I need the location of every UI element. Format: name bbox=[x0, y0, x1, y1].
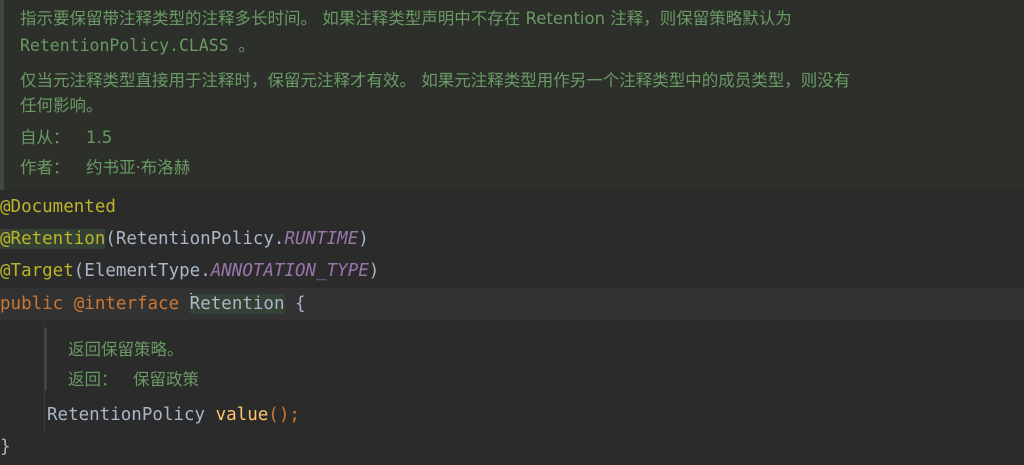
retention-args-close: ) bbox=[358, 229, 369, 249]
keyword-public: public bbox=[0, 294, 64, 314]
javadoc-line-3: 仅当元注释类型直接用于注释时，保留元注释才有效。 如果元注释类型用作另一个注释类… bbox=[20, 71, 851, 90]
type-name: Retention bbox=[189, 294, 285, 314]
code-line-method[interactable]: RetentionPolicy value(); bbox=[47, 400, 300, 430]
target-args-open: (ElementType. bbox=[73, 261, 211, 281]
inner-javadoc-returns-value: 保留政策 bbox=[133, 370, 199, 389]
open-brace: { bbox=[295, 294, 306, 314]
code-line-target[interactable]: @Target(ElementType.ANNOTATION_TYPE) bbox=[0, 256, 379, 286]
annotation-target: @Target bbox=[0, 261, 74, 281]
close-brace: } bbox=[0, 437, 11, 457]
inner-javadoc-returns-label: 返回： bbox=[68, 370, 118, 389]
target-const: ANNOTATION_TYPE bbox=[210, 261, 369, 281]
inner-javadoc-gutter-bar bbox=[44, 328, 47, 390]
inner-javadoc-line-1: 返回保留策略。 bbox=[68, 340, 184, 359]
javadoc-line-4: 任何影响。 bbox=[20, 96, 103, 115]
keyword-interface: @interface bbox=[73, 294, 180, 314]
method-parens: (); bbox=[268, 405, 300, 425]
code-line-documented[interactable]: @Documented bbox=[0, 192, 116, 222]
javadoc-since-value: 1.5 bbox=[86, 128, 113, 147]
annotation-documented: @Documented bbox=[0, 197, 116, 217]
retention-const: RUNTIME bbox=[284, 229, 359, 249]
javadoc-author-label: 作者： bbox=[20, 158, 70, 177]
javadoc-since-label: 自从： bbox=[20, 128, 70, 147]
annotation-retention: @Retention bbox=[0, 229, 106, 249]
method-return-type: RetentionPolicy bbox=[47, 405, 206, 425]
code-line-retention[interactable]: @Retention(RetentionPolicy.RUNTIME) bbox=[0, 224, 369, 254]
javadoc-line-1: 指示要保留带注释类型的注释多长时间。 如果注释类型声明中不存在 Retentio… bbox=[20, 9, 792, 28]
target-args-close: ) bbox=[368, 261, 380, 281]
javadoc-line-2: RetentionPolicy.CLASS 。 bbox=[20, 36, 256, 55]
code-editor[interactable]: 指示要保留带注释类型的注释多长时间。 如果注释类型声明中不存在 Retentio… bbox=[0, 0, 1024, 465]
rendered-javadoc: 指示要保留带注释类型的注释多长时间。 如果注释类型声明中不存在 Retentio… bbox=[0, 0, 1024, 190]
javadoc-gutter-bar bbox=[0, 0, 4, 190]
code-line-declaration[interactable]: public @interface Retention { bbox=[0, 289, 306, 319]
method-name: value bbox=[215, 405, 269, 425]
code-line-close[interactable]: } bbox=[0, 432, 11, 462]
javadoc-author-value: 约书亚·布洛赫 bbox=[86, 158, 191, 177]
retention-args-open: (RetentionPolicy. bbox=[105, 229, 285, 249]
